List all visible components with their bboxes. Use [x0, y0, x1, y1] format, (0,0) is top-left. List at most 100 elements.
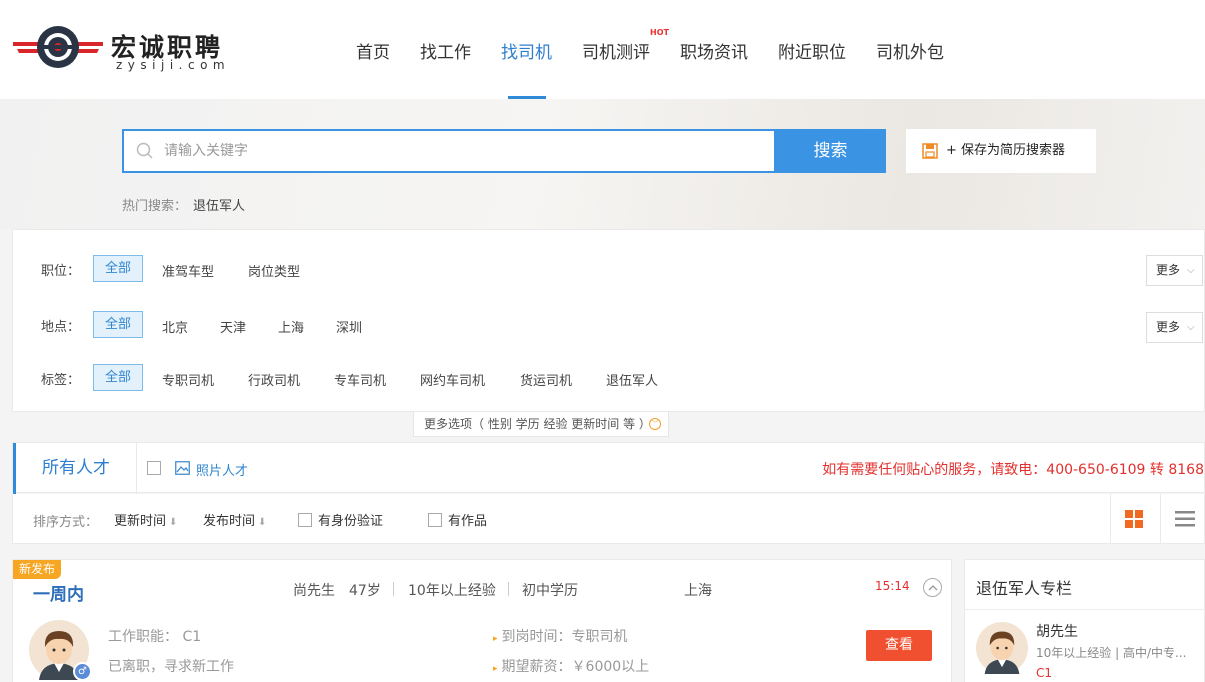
chevron-down-icon: ⌵ [1187, 322, 1195, 333]
filter-location-tianjin[interactable]: 天津 [220, 317, 246, 336]
nav-nearby-jobs[interactable]: 附近职位 [778, 38, 846, 63]
nav-career-news[interactable]: 职场资讯 [680, 38, 748, 63]
expected-salary-text: 期望薪资：￥6000以上 [501, 659, 650, 675]
candidate-name[interactable]: 尚先生 [293, 580, 335, 600]
new-badge: 新发布 [13, 560, 61, 579]
hot-search-label: 热门搜索： [122, 199, 188, 214]
sidebar-candidate-name[interactable]: 胡先生 [1036, 621, 1078, 641]
candidate-experience: 10年以上经验 [408, 583, 496, 599]
steering-wheel-logo-icon [13, 26, 103, 68]
expand-down-icon: ﹀ [649, 418, 661, 430]
save-searcher-button[interactable]: + 保存为简历搜索器 [906, 129, 1096, 173]
chevron-down-icon: ⌵ [1187, 265, 1195, 276]
search-icon [136, 142, 153, 159]
candidate-education: 初中学历 [522, 583, 578, 599]
filter-position-license[interactable]: 准驾车型 [162, 261, 214, 280]
view-resume-button[interactable]: 查看 [866, 630, 932, 661]
veteran-column: 退伍军人专栏 胡先生 10年以上经验 | 高中/中专... C1 [964, 559, 1205, 682]
sort-publish-time-label: 发布时间 [203, 514, 256, 529]
photo-talent-checkbox[interactable] [147, 461, 161, 475]
has-works-label[interactable]: 有作品 [448, 510, 487, 529]
search-button[interactable]: 搜索 [775, 129, 886, 173]
id-verified-checkbox[interactable] [298, 513, 312, 527]
filter-panel: 职位： 全部 准驾车型 岗位类型 更多 ⌵ 地点： 全部 北京 天津 上海 深圳 … [12, 229, 1205, 412]
update-time: 15:14 [875, 579, 910, 593]
location-more-button[interactable]: 更多 ⌵ [1146, 312, 1203, 343]
save-searcher-label: + 保存为简历搜索器 [946, 143, 1066, 158]
nav-find-driver[interactable]: 找司机 [501, 38, 552, 63]
sort-update-time-label: 更新时间 [114, 514, 167, 529]
service-hotline: 如有需要任何贴心的服务，请致电：400-650-6109 转 8168 [822, 462, 1204, 478]
view-divider [1110, 494, 1111, 544]
filter-position-all[interactable]: 全部 [93, 255, 143, 282]
tab-all-talent[interactable]: 所有人才 [13, 443, 136, 494]
filter-tag-all[interactable]: 全部 [93, 364, 143, 391]
grid-view-icon[interactable] [1125, 510, 1143, 528]
filter-position-type[interactable]: 岗位类型 [248, 261, 300, 280]
sort-publish-time[interactable]: 发布时间 ⬇ [203, 510, 266, 529]
nav-home[interactable]: 首页 [356, 38, 390, 63]
bullet-icon: ▸ [493, 664, 498, 674]
filter-location-all[interactable]: 全部 [93, 311, 143, 338]
info-divider [508, 582, 509, 596]
sort-bar: 排序方式： 更新时间 ⬇ 发布时间 ⬇ 有身份验证 有作品 [12, 494, 1205, 544]
arrival-time: ▸ 到岗时间：专职司机 [493, 626, 628, 646]
nav-driver-outsourcing[interactable]: 司机外包 [876, 38, 944, 63]
arrow-down-icon: ⬇ [258, 517, 267, 528]
photo-talent-label: 照片人才 [196, 464, 249, 479]
sort-update-time[interactable]: 更新时间 ⬇ [114, 510, 177, 529]
chevron-up-icon [928, 585, 938, 591]
more-options-toggle[interactable]: 更多选项（ 性别 学历 经验 更新时间 等 ） ﹀ [413, 412, 669, 437]
has-works-checkbox[interactable] [428, 513, 442, 527]
filter-tag-veteran[interactable]: 退伍军人 [606, 370, 658, 389]
job-function: 工作职能： C1 [108, 629, 202, 645]
hot-badge: HOT [650, 28, 669, 37]
brand-domain: zysiji.com [116, 58, 231, 72]
nav-find-job[interactable]: 找工作 [420, 38, 471, 63]
filter-position-label: 职位： [41, 264, 81, 279]
collapse-button[interactable] [923, 578, 942, 597]
candidate-age: 47岁 [349, 583, 381, 599]
filter-tag-admin-driver[interactable]: 行政司机 [248, 370, 300, 389]
divider [965, 609, 1205, 610]
search-box [122, 129, 776, 173]
site-logo[interactable]: 宏诚职聘 zysiji.com [13, 24, 253, 74]
resume-period: 一周内 [33, 585, 84, 605]
id-verified-label[interactable]: 有身份验证 [318, 510, 383, 529]
candidate-city: 上海 [684, 583, 712, 599]
filter-location-beijing[interactable]: 北京 [162, 317, 188, 336]
filter-location-shanghai[interactable]: 上海 [278, 317, 304, 336]
search-input[interactable] [164, 131, 764, 171]
sidebar-candidate-tag: C1 [1036, 666, 1053, 680]
bullet-icon: ▸ [493, 634, 498, 644]
image-icon [175, 461, 190, 475]
filter-tag-car-driver[interactable]: 专车司机 [334, 370, 386, 389]
more-label: 更多 [1156, 320, 1181, 334]
filter-tag-ride-hailing-driver[interactable]: 网约车司机 [420, 370, 485, 389]
view-divider [1160, 494, 1161, 544]
veteran-column-title: 退伍军人专栏 [976, 579, 1073, 598]
tab-divider [136, 443, 137, 494]
hot-search-keyword[interactable]: 退伍军人 [193, 199, 245, 214]
talent-tabs: 所有人才 照片人才 如有需要任何贴心的服务，请致电：400-650-6109 转… [12, 442, 1205, 494]
list-view-icon[interactable] [1175, 510, 1195, 528]
resume-card[interactable]: 新发布 一周内 尚先生 47岁 10年以上经验 初中学历 上海 15:14 ♂ … [12, 559, 952, 682]
more-label: 更多 [1156, 263, 1181, 277]
info-divider [393, 582, 394, 596]
more-options-label: 更多选项（ 性别 学历 经验 更新时间 等 ） [424, 417, 651, 431]
header: 宏诚职聘 zysiji.com 首页 找工作 找司机 司机测评 HOT 职场资讯… [0, 0, 1205, 99]
arrival-time-text: 到岗时间：专职司机 [501, 629, 628, 645]
avatar[interactable] [976, 622, 1028, 674]
filter-tags-label: 标签： [41, 373, 81, 388]
sort-label: 排序方式： [33, 515, 99, 530]
save-disk-icon [922, 143, 938, 159]
nav-driver-test[interactable]: 司机测评 [582, 38, 650, 63]
filter-tag-freight-driver[interactable]: 货运司机 [520, 370, 572, 389]
employment-status: 已离职，寻求新工作 [108, 659, 234, 675]
filter-location-shenzhen[interactable]: 深圳 [336, 317, 362, 336]
filter-tag-fulltime-driver[interactable]: 专职司机 [162, 370, 214, 389]
arrow-down-icon: ⬇ [169, 517, 178, 528]
position-more-button[interactable]: 更多 ⌵ [1146, 255, 1203, 286]
male-gender-icon: ♂ [73, 662, 92, 681]
expected-salary: ▸ 期望薪资：￥6000以上 [493, 656, 649, 676]
